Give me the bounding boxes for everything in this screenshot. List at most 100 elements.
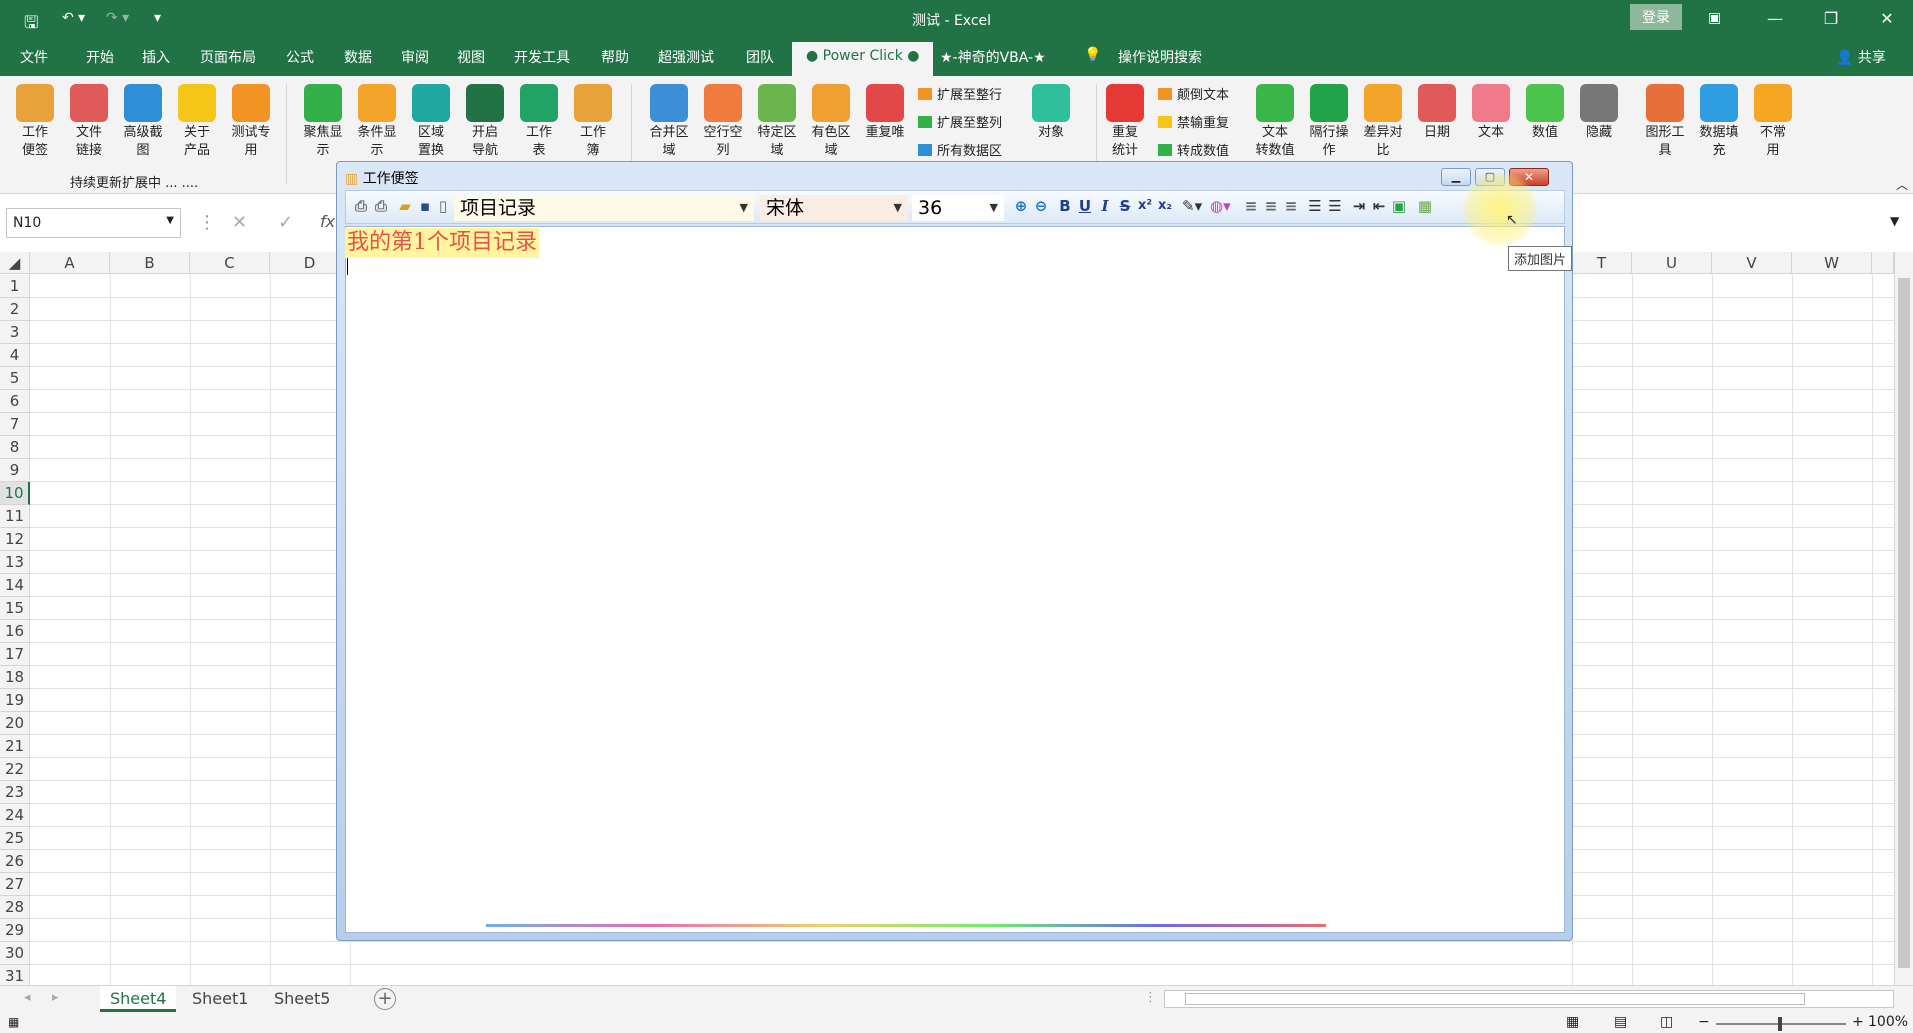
tab-view[interactable]: 视图 (457, 47, 485, 67)
new-note-icon[interactable]: ▯ (434, 197, 452, 215)
row-header-29[interactable]: 29 (0, 919, 30, 942)
align-right-icon[interactable]: ≡ (1282, 197, 1300, 215)
ribbon-g5-button-8[interactable]: 数据填 充 (1694, 84, 1744, 160)
tab-file[interactable]: 文件 (20, 47, 48, 67)
tab-team[interactable]: 团队 (746, 47, 774, 67)
column-header-B[interactable]: B (110, 252, 190, 274)
note-text[interactable]: 我的第1个项目记录 (345, 228, 539, 258)
ribbon-g2-button-1[interactable]: 条件显 示 (352, 84, 402, 160)
ribbon-g3-small-1[interactable]: 扩展至整列 (918, 112, 1002, 131)
ribbon-g5-button-5[interactable]: 数值 (1520, 84, 1570, 142)
customize-quick-access-icon[interactable]: ▾ (154, 10, 161, 26)
login-button[interactable]: 登录 (1630, 4, 1682, 30)
row-header-7[interactable]: 7 (0, 413, 30, 436)
tab-review[interactable]: 审阅 (401, 47, 429, 67)
open-file-icon[interactable]: ▰ (396, 197, 414, 215)
ribbon-g4-small-2[interactable]: 转成数值 (1158, 140, 1229, 159)
tab-page-layout[interactable]: 页面布局 (200, 47, 256, 67)
ribbon-g1-button-0[interactable]: 工作 便签 (10, 84, 60, 160)
vertical-scrollbar[interactable] (1894, 252, 1913, 985)
row-header-5[interactable]: 5 (0, 367, 30, 390)
page-layout-view-icon[interactable]: ▤ (1614, 1014, 1627, 1030)
font-size-select[interactable]: 36 ▼ (912, 195, 1004, 221)
tab-power-click[interactable]: ● Power Click ● (792, 42, 934, 76)
row-header-25[interactable]: 25 (0, 827, 30, 850)
dialog-minimize-button[interactable]: ▁ (1441, 168, 1471, 186)
redo-icon[interactable]: ↷ ▾ (106, 10, 129, 26)
superscript-icon[interactable]: x² (1136, 197, 1154, 215)
ribbon-g3-button-1[interactable]: 空行空 列 (698, 84, 748, 160)
print-preview-icon[interactable]: ⎙ (372, 197, 390, 215)
sheet-tab-sheet4[interactable]: Sheet4 (100, 986, 177, 1012)
ribbon-g5-button-3[interactable]: 日期 (1412, 84, 1462, 142)
ribbon-g3-button-3[interactable]: 有色区 域 (806, 84, 856, 160)
tab-super-test[interactable]: 超强测试 (658, 47, 714, 67)
restore-window-button[interactable]: ❐ (1808, 4, 1854, 34)
indent-icon[interactable]: ⇥ (1350, 197, 1368, 215)
zoom-out-button[interactable]: − (1698, 1014, 1710, 1030)
row-header-2[interactable]: 2 (0, 298, 30, 321)
zoom-slider[interactable] (1716, 1017, 1846, 1031)
insert-function-icon[interactable]: fx (320, 212, 335, 231)
select-all-corner[interactable]: ◢ (0, 252, 30, 274)
undo-icon[interactable]: ↶ ▾ (62, 10, 85, 26)
tab-formulas[interactable]: 公式 (286, 47, 314, 67)
ribbon-g4-small-0[interactable]: 颠倒文本 (1158, 84, 1229, 103)
ribbon-g5-button-2[interactable]: 差异对 比 (1358, 84, 1408, 160)
ribbon-g1-button-1[interactable]: 文件 链接 (64, 84, 114, 160)
sheet-tab-sheet1[interactable]: Sheet1 (182, 986, 258, 1012)
sheet-tab-sheet5[interactable]: Sheet5 (264, 986, 340, 1012)
add-sheet-button[interactable]: + (374, 988, 396, 1010)
row-header-31[interactable]: 31 (0, 965, 30, 987)
row-header-22[interactable]: 22 (0, 758, 30, 781)
column-header-U[interactable]: U (1632, 252, 1712, 274)
ribbon-g3-button-4[interactable]: 重复唯 (860, 84, 910, 142)
row-header-19[interactable]: 19 (0, 689, 30, 712)
row-header-14[interactable]: 14 (0, 574, 30, 597)
text-color-icon[interactable]: ✎▾ (1182, 197, 1202, 215)
row-header-10[interactable]: 10 (0, 482, 30, 505)
print-icon[interactable]: ⎙ (352, 197, 370, 215)
zoom-in-button[interactable]: + (1852, 1014, 1864, 1030)
row-header-9[interactable]: 9 (0, 459, 30, 482)
share-button[interactable]: 👤 共享 (1836, 47, 1886, 67)
close-window-button[interactable]: ✕ (1864, 4, 1910, 34)
bullet-list-icon[interactable]: ☰ (1306, 197, 1324, 215)
formula-options-icon[interactable]: ⋮ (198, 212, 216, 233)
tab-split-handle[interactable]: ⋮ (1144, 990, 1157, 1005)
font-family-select[interactable]: 宋体 ▼ (760, 195, 908, 221)
scroll-sheets-left-icon[interactable]: ◂ (24, 990, 31, 1005)
column-header-T[interactable]: T (1572, 252, 1632, 274)
cancel-entry-icon[interactable]: ✕ (232, 212, 247, 233)
column-header-C[interactable]: C (190, 252, 270, 274)
horizontal-scroll-thumb[interactable] (1185, 993, 1805, 1005)
row-header-24[interactable]: 24 (0, 804, 30, 827)
macro-record-icon[interactable]: ▦ (8, 1015, 19, 1029)
zoom-slider-thumb[interactable] (1778, 1017, 1782, 1031)
ribbon-g1-button-4[interactable]: 测试专 用 (226, 84, 276, 160)
row-header-1[interactable]: 1 (0, 275, 30, 298)
tab-vba[interactable]: ★-神奇的VBA-★ (940, 47, 1046, 67)
numbered-list-icon[interactable]: ☰ (1326, 197, 1344, 215)
ribbon-g1-button-2[interactable]: 高级截 图 (118, 84, 168, 160)
zoom-level[interactable]: 100% (1868, 1014, 1908, 1030)
scroll-sheets-right-icon[interactable]: ▸ (52, 990, 59, 1005)
ribbon-g5-button-6[interactable]: 隐藏 (1574, 84, 1624, 142)
row-header-8[interactable]: 8 (0, 436, 30, 459)
outdent-icon[interactable]: ⇤ (1370, 197, 1388, 215)
strikethrough-icon[interactable]: S (1116, 197, 1134, 215)
row-header-16[interactable]: 16 (0, 620, 30, 643)
add-image-icon[interactable]: ▣ (1390, 197, 1408, 215)
ribbon-object-button[interactable]: 对象 (1026, 84, 1076, 142)
row-header-11[interactable]: 11 (0, 505, 30, 528)
row-header-21[interactable]: 21 (0, 735, 30, 758)
align-center-icon[interactable]: ≡ (1262, 197, 1280, 215)
highlight-color-icon[interactable]: ◍▾ (1210, 197, 1231, 215)
column-header-W[interactable]: W (1792, 252, 1872, 274)
vertical-scroll-thumb[interactable] (1898, 278, 1910, 968)
page-break-view-icon[interactable]: ◫ (1660, 1014, 1673, 1030)
tab-data[interactable]: 数据 (344, 47, 372, 67)
row-header-3[interactable]: 3 (0, 321, 30, 344)
row-header-15[interactable]: 15 (0, 597, 30, 620)
row-header-6[interactable]: 6 (0, 390, 30, 413)
